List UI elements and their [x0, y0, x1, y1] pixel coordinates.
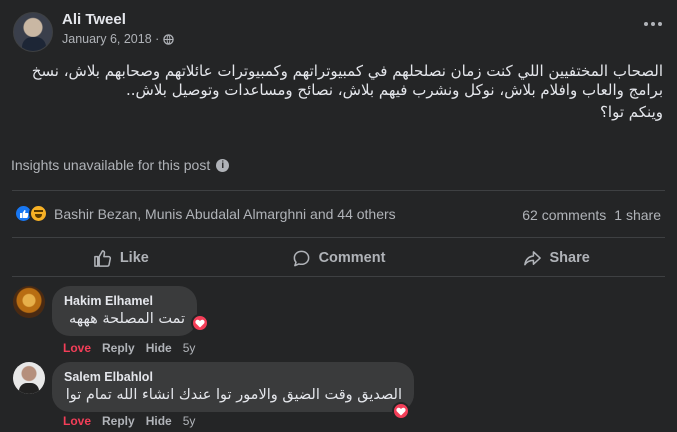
- post-date[interactable]: January 6, 2018 ·: [62, 32, 159, 46]
- comment-button[interactable]: Comment: [230, 242, 448, 274]
- post-card: Ali Tweel January 6, 2018 · الصحاب المخت…: [0, 0, 677, 432]
- divider: [12, 237, 665, 238]
- divider: [12, 190, 665, 191]
- reactions-names[interactable]: Bashir Bezan, Munis Abudalal Almarghni a…: [54, 206, 396, 222]
- reply-link[interactable]: Reply: [102, 414, 135, 428]
- insights-text: Insights unavailable for this post: [11, 157, 211, 173]
- haha-reaction-icon: [29, 204, 48, 223]
- commenter-avatar[interactable]: [13, 286, 45, 318]
- comments-count[interactable]: 62 comments: [522, 207, 606, 223]
- comment-text: الصديق وقت الضيق والامور توا عندك انشاء …: [65, 387, 402, 403]
- hide-link[interactable]: Hide: [146, 341, 172, 355]
- comment-age[interactable]: 5y: [183, 341, 196, 355]
- comment-bubble: Hakim Elhamel تمت المصلحة هههه: [52, 286, 197, 336]
- post-text: الصحاب المختفيين اللي كنت زمان نصلحلهم ف…: [31, 62, 663, 99]
- comment-age[interactable]: 5y: [183, 414, 196, 428]
- author-avatar[interactable]: [13, 12, 53, 52]
- engagement-counts: 62 comments 1 share: [522, 207, 661, 223]
- comment-author[interactable]: Salem Elbahlol: [64, 370, 402, 384]
- love-reaction-link[interactable]: Love: [63, 414, 91, 428]
- comment-actions: Love Reply Hide 5y: [63, 341, 195, 355]
- reactions-summary[interactable]: Bashir Bezan, Munis Abudalal Almarghni a…: [14, 204, 396, 223]
- like-label: Like: [119, 250, 149, 266]
- reply-link[interactable]: Reply: [102, 341, 135, 355]
- info-icon[interactable]: i: [216, 158, 230, 172]
- post-meta: January 6, 2018 ·: [62, 32, 175, 46]
- share-label: Share: [549, 250, 590, 266]
- comment-icon: [293, 250, 309, 266]
- share-icon: [523, 250, 541, 265]
- hide-link[interactable]: Hide: [146, 414, 172, 428]
- divider: [12, 276, 665, 277]
- like-button[interactable]: Like: [12, 242, 230, 274]
- share-button[interactable]: Share: [447, 242, 665, 274]
- shares-count[interactable]: 1 share: [614, 207, 661, 223]
- more-options-icon[interactable]: [639, 14, 667, 34]
- comment-author[interactable]: Hakim Elhamel: [64, 294, 185, 308]
- post-text-question: وينكم توا؟: [599, 103, 663, 121]
- comment-bubble: Salem Elbahlol الصديق وقت الضيق والامور …: [52, 362, 414, 412]
- comment-actions: Love Reply Hide 5y: [63, 414, 195, 428]
- thumbs-up-icon: [93, 249, 111, 267]
- post-author[interactable]: Ali Tweel: [62, 11, 126, 28]
- commenter-avatar[interactable]: [13, 362, 45, 394]
- comment-text: تمت المصلحة هههه: [69, 311, 185, 327]
- globe-icon: [163, 33, 175, 45]
- heart-icon[interactable]: [191, 314, 209, 332]
- comment-label: Comment: [318, 250, 386, 266]
- post-actions: Like Comment Share: [12, 242, 665, 274]
- heart-icon[interactable]: [392, 402, 410, 420]
- love-reaction-link[interactable]: Love: [63, 341, 91, 355]
- insights-notice: Insights unavailable for this post i: [11, 157, 230, 173]
